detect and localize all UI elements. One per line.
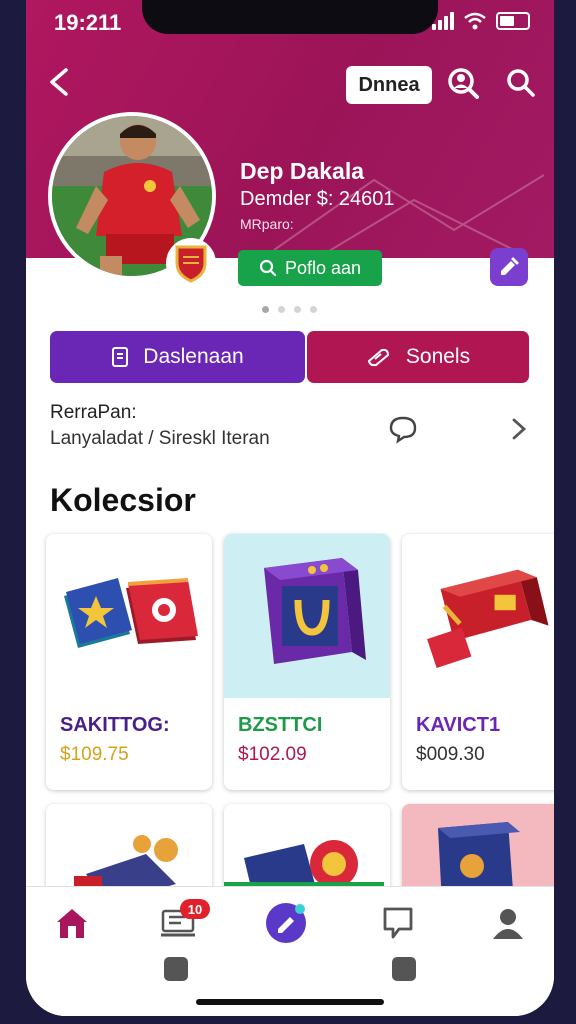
page-dot <box>262 306 269 313</box>
tab-secondary-label: Sonels <box>405 345 471 368</box>
back-arrow-icon[interactable] <box>40 62 80 102</box>
collection-card[interactable]: BZSTTCI $102.09 <box>224 534 390 790</box>
collection-card[interactable]: KAVICT1 $009.30 <box>402 534 554 790</box>
compose-icon <box>266 903 306 943</box>
tab-primary-label: Daslenaan <box>143 345 244 368</box>
verified-badge[interactable] <box>490 248 528 286</box>
home-icon <box>57 909 87 938</box>
wifi-icon <box>464 12 486 30</box>
phone-frame: 19:211 Dnnea Dep Dakala Demder $: 24601 … <box>0 0 576 1024</box>
chevron-right-icon[interactable] <box>506 414 532 444</box>
card-image <box>224 534 390 698</box>
card-price: $009.30 <box>416 744 485 765</box>
collection-card[interactable]: SAKITTOG: $109.75 <box>46 534 212 790</box>
nav-home[interactable] <box>50 901 94 945</box>
page-dot <box>294 306 301 313</box>
nav-chat[interactable] <box>376 901 420 945</box>
card-price: $102.09 <box>238 744 307 765</box>
ticket-icon <box>367 348 389 367</box>
collection-title: Kolecsior <box>50 482 196 518</box>
page-dot <box>278 306 285 313</box>
notification-badge: 10 <box>180 899 210 919</box>
info-text: Lanyaladat / Sireskl Iteran <box>50 428 270 449</box>
app-screen: 19:211 Dnnea Dep Dakala Demder $: 24601 … <box>26 0 554 1016</box>
info-title: RerraPan: <box>50 402 137 423</box>
card-name: SAKITTOG: <box>60 714 170 736</box>
card-image <box>402 536 554 696</box>
pencil-icon <box>501 257 519 275</box>
card-name: BZSTTCI <box>238 714 323 736</box>
profile-name: Dep Dakala <box>240 158 365 184</box>
document-icon <box>112 347 129 367</box>
card-price: $109.75 <box>60 744 129 765</box>
page-dot <box>310 306 317 313</box>
chat-bubble-icon[interactable] <box>388 414 418 444</box>
profile-balance: Demder $: 24601 <box>240 188 395 210</box>
tab-secondary[interactable]: Sonels <box>307 331 529 383</box>
follow-button[interactable]: Poflo aan <box>238 250 382 286</box>
tab-primary[interactable]: Daslenaan <box>50 331 305 383</box>
system-back-button[interactable] <box>392 957 416 981</box>
status-icons <box>432 12 530 30</box>
user-search-icon[interactable] <box>444 64 482 102</box>
bottom-navigation: 10 <box>26 886 554 1016</box>
shield-icon <box>175 245 207 283</box>
search-icon <box>259 259 277 277</box>
nav-compose[interactable] <box>264 901 308 945</box>
system-recent-button[interactable] <box>164 957 188 981</box>
card-name: KAVICT1 <box>416 714 501 736</box>
nav-profile[interactable] <box>486 901 530 945</box>
page-indicator <box>262 306 317 313</box>
follow-label: Poflo aan <box>284 257 362 278</box>
battery-icon <box>496 12 530 30</box>
header-action-button[interactable]: Dnnea <box>346 66 432 104</box>
home-indicator[interactable] <box>196 999 384 1005</box>
signal-icon <box>432 12 454 30</box>
club-badge <box>166 238 216 288</box>
profile-subtitle: MRparo: <box>240 216 294 232</box>
card-image <box>46 534 212 698</box>
search-icon[interactable] <box>502 64 540 102</box>
profile-icon <box>493 909 523 939</box>
camera-notch <box>142 0 438 34</box>
status-time: 19:211 <box>54 10 122 35</box>
chat-icon <box>383 907 413 939</box>
